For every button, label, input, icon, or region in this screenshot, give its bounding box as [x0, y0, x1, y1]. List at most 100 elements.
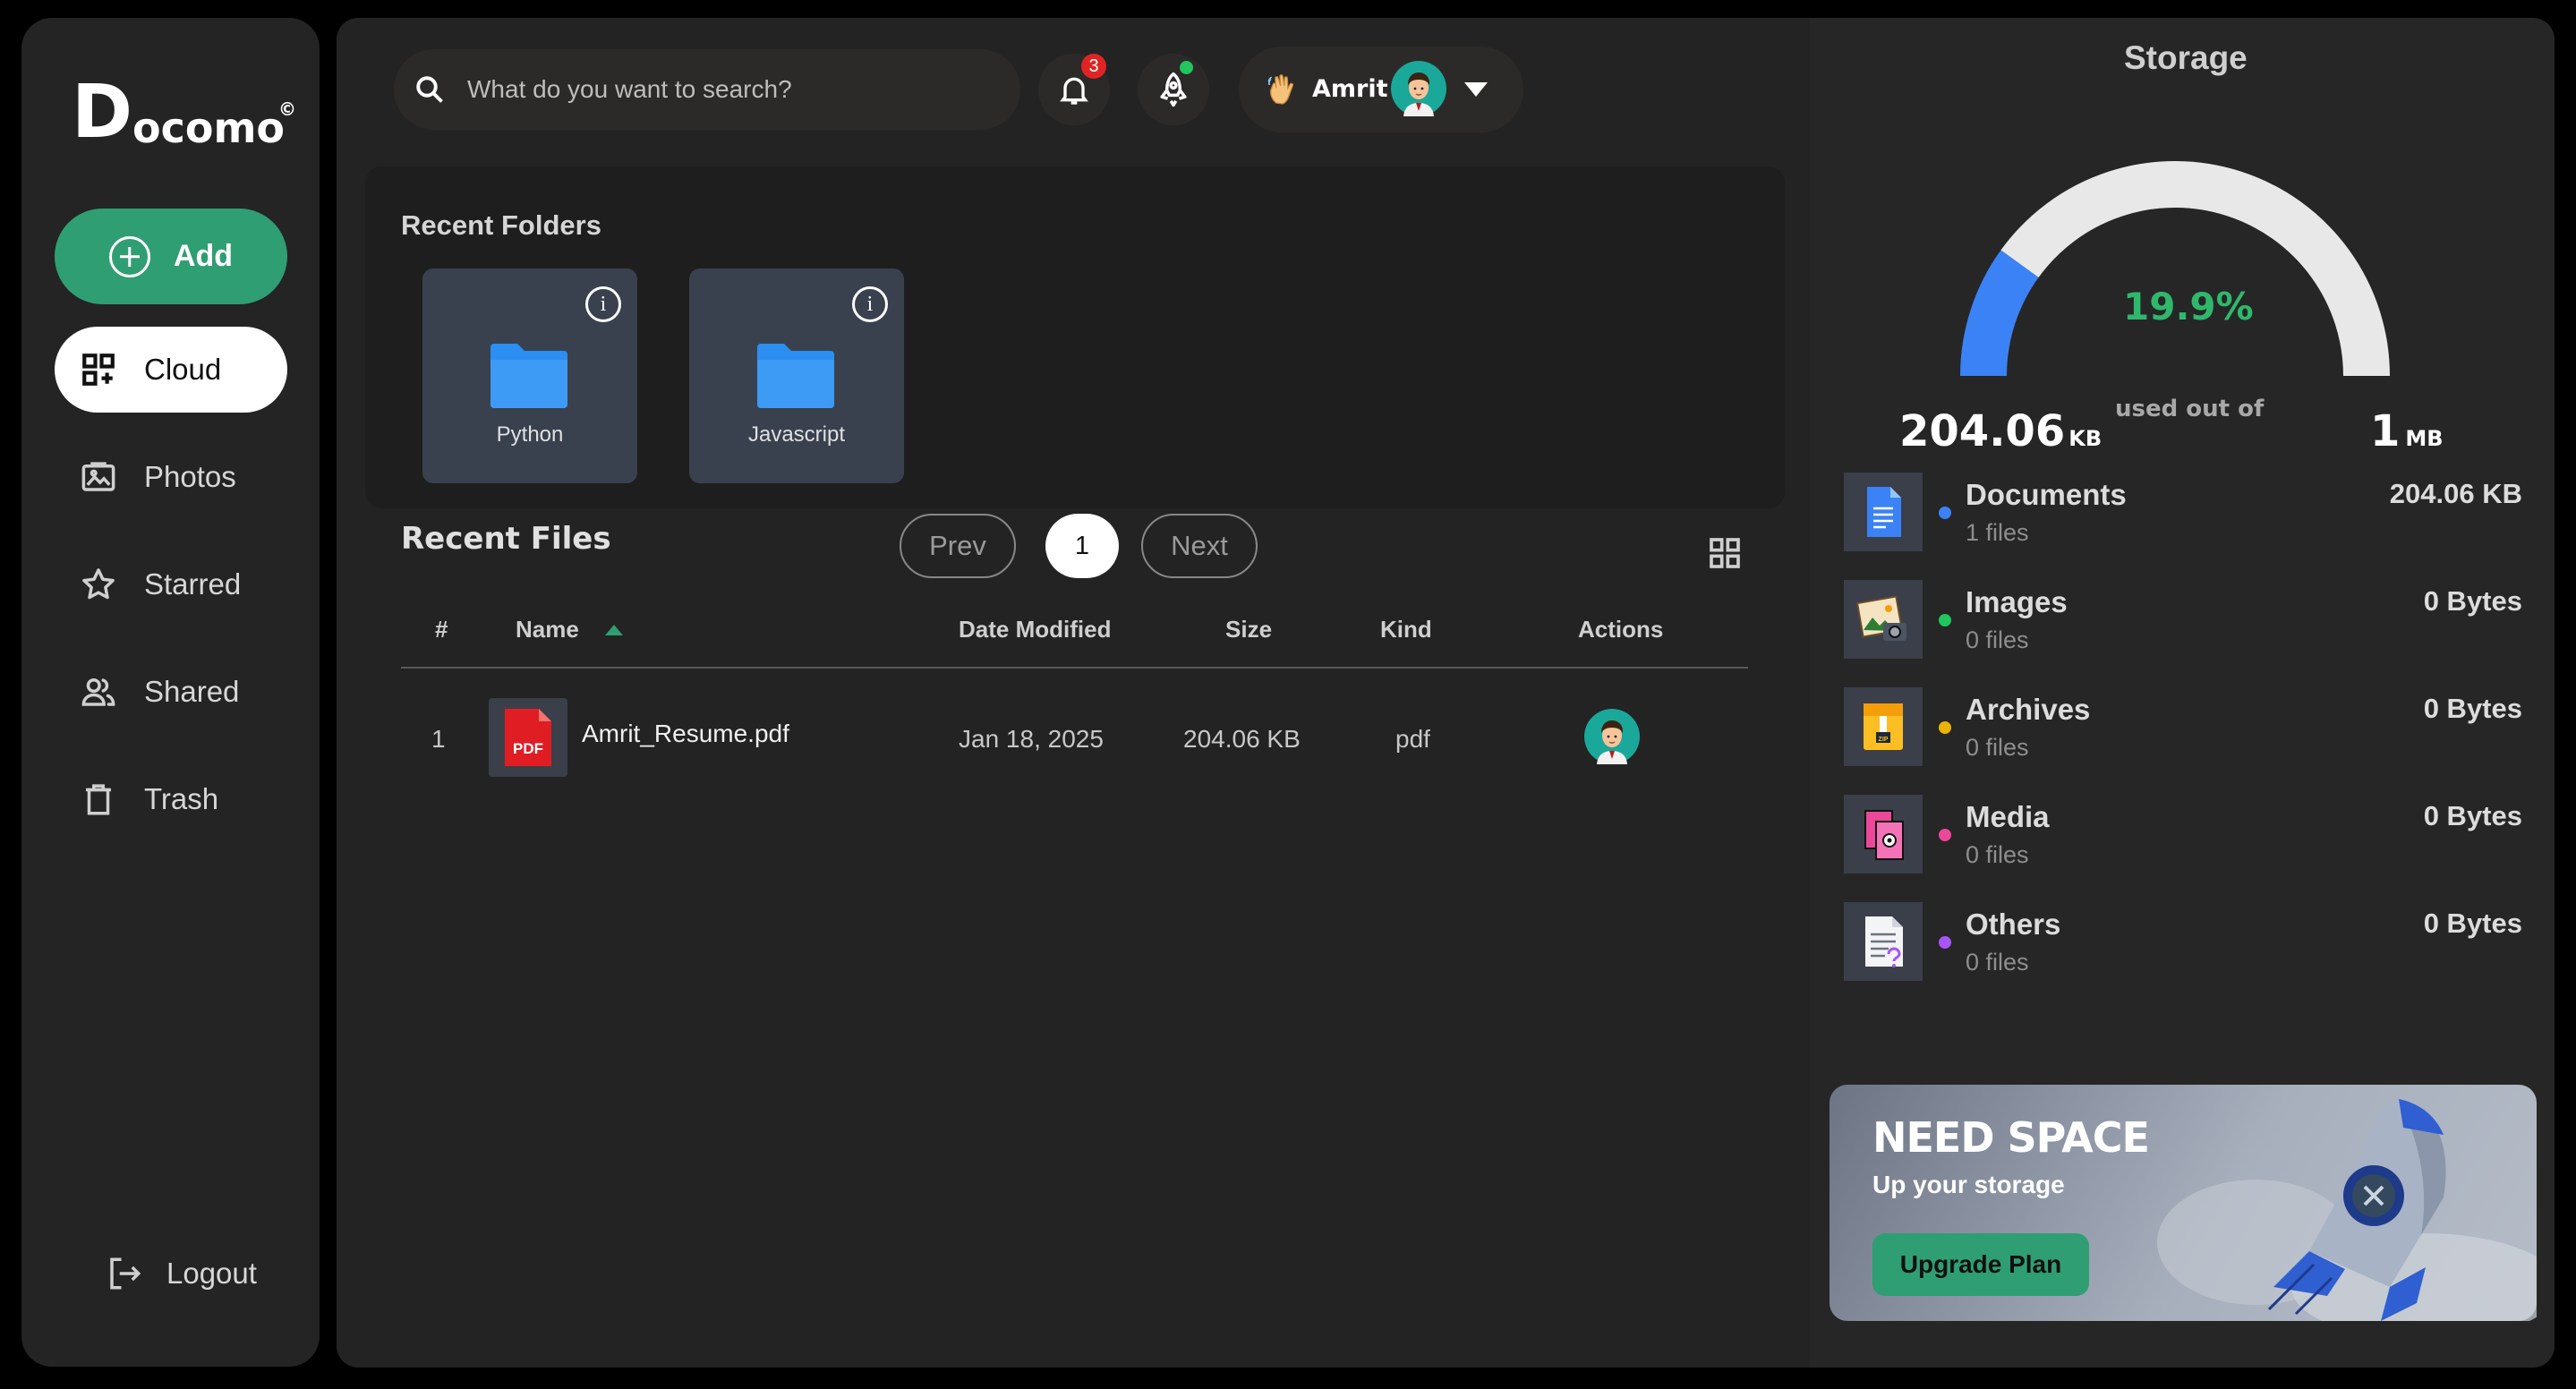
- category-name: Others: [1966, 908, 2061, 941]
- storage-category-media[interactable]: Media 0 files 0 Bytes: [1844, 789, 2533, 873]
- category-size: 204.06 KB: [2389, 478, 2522, 509]
- sidebar-item-shared[interactable]: Shared: [55, 649, 287, 735]
- folder-name: Javascript: [747, 422, 846, 447]
- column-header-actions: Actions: [1578, 616, 1664, 643]
- category-count: 0 files: [1966, 841, 2029, 868]
- category-name: Media: [1966, 800, 2050, 833]
- category-name: Documents: [1966, 478, 2127, 511]
- app-logo[interactable]: D ocomo ©: [50, 54, 319, 161]
- rocket-icon: [1160, 72, 1187, 107]
- storage-total: 1 MB: [2370, 406, 2444, 456]
- logo-mark: ©: [278, 98, 296, 120]
- sidebar-item-trash[interactable]: Trash: [55, 756, 287, 842]
- folder-name: Python: [496, 422, 564, 447]
- row-date: Jan 18, 2025: [959, 725, 1104, 753]
- add-button[interactable]: Add: [55, 209, 287, 304]
- sidebar-item-label: Cloud: [144, 353, 222, 386]
- search-bar[interactable]: [394, 49, 1020, 130]
- folder-icon: [490, 344, 567, 408]
- add-button-label: Add: [173, 239, 234, 273]
- category-color-dot: [1939, 829, 1951, 841]
- document-icon: [1844, 473, 1923, 551]
- category-name: Archives: [1966, 693, 2091, 726]
- search-input[interactable]: [465, 74, 970, 105]
- folder-card-python[interactable]: i Python: [422, 268, 637, 483]
- column-header-index: #: [435, 616, 448, 643]
- gauge-free-arc: [2000, 161, 2390, 377]
- storage-title: Storage: [2124, 39, 2248, 76]
- folder-card-javascript[interactable]: i Javascript: [689, 268, 904, 483]
- category-color-dot: [1939, 507, 1951, 519]
- category-color-dot: [1939, 936, 1951, 949]
- storage-category-archives[interactable]: ZIP Archives 0 files 0 Bytes: [1844, 682, 2533, 766]
- column-header-date[interactable]: Date Modified: [959, 616, 1111, 643]
- category-count: 0 files: [1966, 626, 2029, 653]
- notification-badge: 3: [1081, 54, 1106, 79]
- storage-percent: 19.9%: [2123, 285, 2254, 328]
- svg-text:ZIP: ZIP: [1879, 737, 1889, 743]
- storage-caption: used out of: [2115, 396, 2265, 422]
- category-count: 0 files: [1966, 949, 2029, 976]
- storage-used-unit: KB: [2068, 426, 2103, 451]
- sidebar-item-label: Shared: [144, 675, 240, 708]
- storage-category-images[interactable]: Images 0 files 0 Bytes: [1844, 575, 2533, 659]
- category-size: 0 Bytes: [2423, 800, 2522, 831]
- column-header-size[interactable]: Size: [1225, 616, 1272, 643]
- logout-button[interactable]: Logout: [106, 1255, 257, 1292]
- next-page-button[interactable]: Next: [1141, 514, 1258, 578]
- row-index: 1: [431, 725, 446, 753]
- category-size: 0 Bytes: [2423, 585, 2522, 617]
- info-icon[interactable]: i: [585, 286, 621, 322]
- grid-plus-icon: [82, 354, 115, 386]
- logo-initial: D: [72, 70, 132, 155]
- storage-used-value: 204.06: [1899, 406, 2066, 456]
- sidebar-item-starred[interactable]: Starred: [55, 541, 287, 627]
- storage-category-others[interactable]: Others 0 files 0 Bytes: [1844, 897, 2533, 981]
- prev-page-button[interactable]: Prev: [900, 514, 1016, 578]
- logout-label: Logout: [166, 1257, 257, 1290]
- image-file-icon: [1844, 580, 1923, 659]
- sidebar-item-label: Starred: [144, 567, 242, 601]
- rocket-illustration-icon: [2157, 1099, 2537, 1321]
- sidebar-item-cloud[interactable]: Cloud: [55, 327, 287, 413]
- recent-files-title: Recent Files: [401, 521, 611, 557]
- upgrade-rocket-button[interactable]: [1138, 54, 1209, 125]
- media-film-icon: [1844, 795, 1923, 873]
- user-name: Amrit: [1312, 75, 1388, 103]
- table-header-divider: [401, 667, 1748, 669]
- category-size: 0 Bytes: [2423, 693, 2522, 724]
- sidebar-item-label: Trash: [144, 782, 219, 815]
- user-avatar[interactable]: [1391, 61, 1446, 116]
- storage-total-unit: MB: [2405, 426, 2444, 451]
- pdf-file-icon: PDF: [489, 698, 567, 777]
- category-count: 1 files: [1966, 519, 2029, 546]
- row-file-name[interactable]: Amrit_Resume.pdf: [582, 720, 789, 748]
- info-icon[interactable]: i: [852, 286, 888, 322]
- category-size: 0 Bytes: [2423, 908, 2522, 939]
- waving-hand-icon: [1267, 74, 1294, 105]
- column-header-name[interactable]: Name: [516, 616, 579, 643]
- trash-icon: [86, 784, 111, 815]
- search-icon: [416, 76, 443, 103]
- folder-icon: [757, 344, 834, 408]
- grid-view-icon[interactable]: [1707, 535, 1743, 571]
- sort-ascending-icon[interactable]: [605, 625, 623, 635]
- image-icon: [81, 462, 115, 491]
- column-header-kind[interactable]: Kind: [1380, 616, 1432, 643]
- owner-avatar[interactable]: [1584, 709, 1640, 764]
- plus-circle-icon: [108, 235, 150, 277]
- gauge-used-arc: [1960, 250, 2039, 377]
- storage-category-documents[interactable]: Documents 1 files 204.06 KB: [1844, 467, 2533, 551]
- star-icon: [82, 568, 115, 600]
- zip-archive-icon: ZIP: [1844, 687, 1923, 766]
- logo-text: ocomo: [132, 104, 286, 152]
- sidebar-item-photos[interactable]: Photos: [55, 434, 287, 520]
- row-size: 204.06 KB: [1183, 725, 1301, 753]
- upgrade-title: NEED SPACE: [1872, 1113, 2150, 1162]
- storage-gauge: [1960, 161, 2390, 377]
- upgrade-plan-button[interactable]: Upgrade Plan: [1872, 1233, 2089, 1296]
- category-name: Images: [1966, 585, 2068, 618]
- page-number-button[interactable]: 1: [1045, 514, 1119, 578]
- chevron-down-icon[interactable]: [1464, 82, 1488, 97]
- online-status-dot: [1180, 61, 1193, 74]
